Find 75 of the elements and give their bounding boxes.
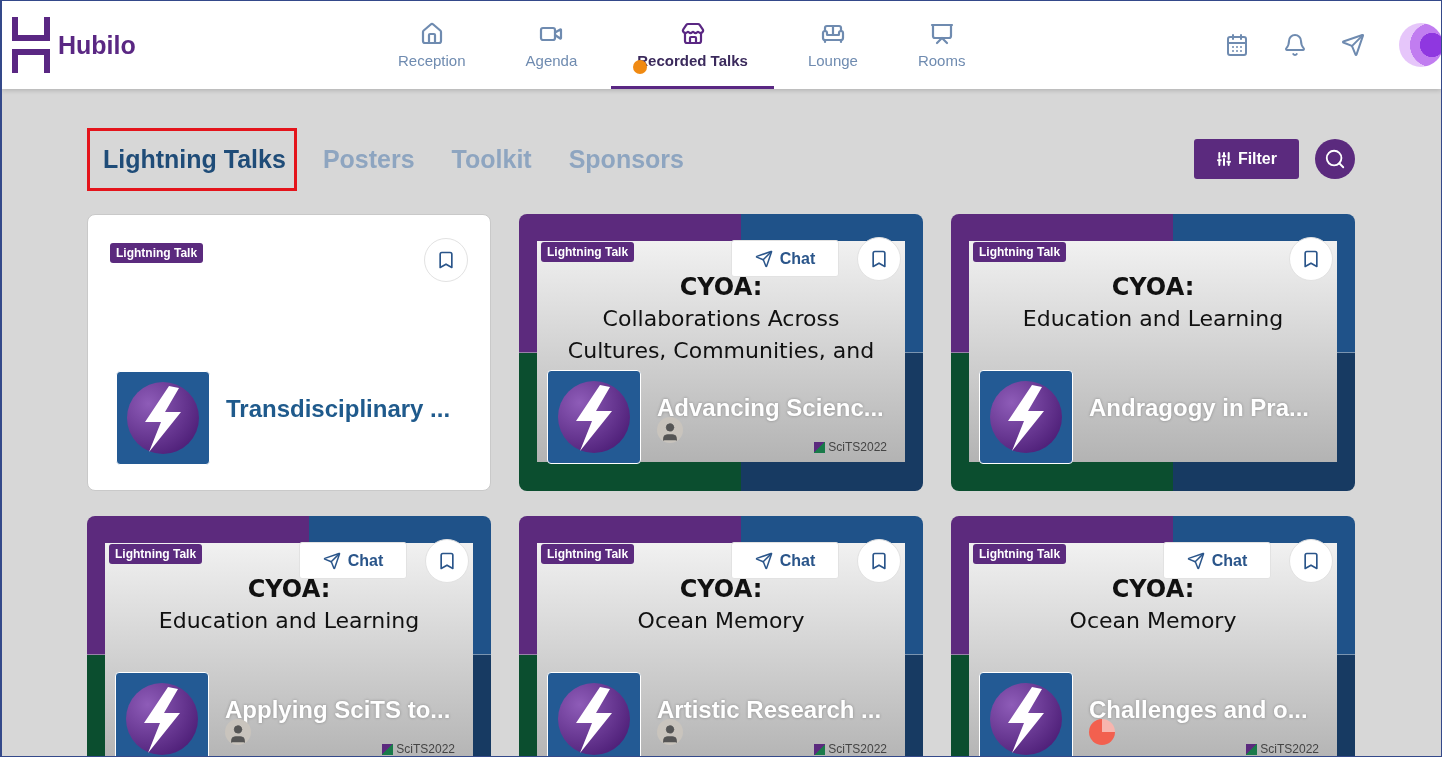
slide-text: Education and Learning xyxy=(1022,305,1284,333)
session-type-label: Lightning Talk xyxy=(973,544,1067,564)
lightning-bolt-icon xyxy=(556,681,632,756)
messages-button[interactable] xyxy=(1341,33,1365,57)
notifications-button[interactable] xyxy=(1283,33,1307,57)
watermark-logo-icon xyxy=(814,441,826,453)
lightning-bolt-icon xyxy=(988,379,1064,455)
session-title: Advancing Scienc... xyxy=(657,394,884,422)
search-icon xyxy=(1324,148,1346,170)
filter-button[interactable]: Filter xyxy=(1193,139,1299,179)
lightning-bolt-icon xyxy=(125,380,201,456)
watermark-logo-icon xyxy=(814,743,826,755)
slide-text: CYOA: xyxy=(1111,272,1195,303)
profile-avatar[interactable] xyxy=(1399,23,1441,67)
slide-text: Ocean Memory xyxy=(1069,607,1237,635)
paper-plane-icon xyxy=(322,551,341,570)
bookmark-icon xyxy=(1301,249,1321,269)
nav-tab[interactable]: Reception xyxy=(372,1,492,89)
bookmark-icon xyxy=(869,551,889,571)
storefront-icon xyxy=(680,21,705,46)
session-title: Transdisciplinary ... xyxy=(226,395,451,423)
slide-text: Ocean Memory xyxy=(637,607,805,635)
session-title: Challenges and o... xyxy=(1089,696,1308,724)
nav-tab[interactable]: Lounge xyxy=(781,1,884,89)
event-watermark: SciTS2022 xyxy=(814,440,887,454)
session-title: Artistic Research ... xyxy=(657,696,882,724)
event-watermark: SciTS2022 xyxy=(382,742,455,756)
notification-bell-icon xyxy=(1283,33,1307,57)
session-type-label: Lightning Talk xyxy=(973,242,1067,262)
session-card[interactable]: Lightning Talk Chat CYOA: Ocean Memory Challenges and o... SciTS2022 xyxy=(951,516,1355,756)
event-watermark: SciTS2022 xyxy=(814,742,887,756)
slide-text: Cultures, Communities, and xyxy=(567,337,875,365)
session-title: Applying SciTS to... xyxy=(225,696,451,724)
watermark-logo-icon xyxy=(382,743,394,755)
brand-name: Hubilo xyxy=(58,30,136,60)
lightning-bolt-icon xyxy=(556,379,632,455)
paper-plane-icon xyxy=(1341,33,1365,57)
session-type-label: Lightning Talk xyxy=(541,242,635,262)
search-button[interactable] xyxy=(1315,139,1355,179)
session-card[interactable]: Lightning Talk Chat CYOA: Education and Learning Applying SciTS to... SciTS2022 xyxy=(87,516,491,756)
slide-text: Education and Learning xyxy=(158,607,420,635)
session-title: Andragogy in Pra... xyxy=(1089,394,1310,422)
nav-tab[interactable]: Rooms xyxy=(891,1,992,89)
presentation-screen-icon xyxy=(929,21,954,46)
session-card[interactable]: Lightning Talk CYOA: Education and Learning Andragogy in Pra... xyxy=(951,214,1355,491)
home-icon xyxy=(419,21,444,46)
session-card[interactable]: Lightning Talk Transdisciplinary ... xyxy=(87,214,491,491)
bookmark-icon xyxy=(436,250,456,270)
sliders-icon xyxy=(1215,151,1232,167)
nav-tab[interactable]: Agenda xyxy=(499,1,604,89)
session-type-label: Lightning Talk xyxy=(109,544,203,564)
bookmark-icon xyxy=(437,551,457,571)
paper-plane-icon xyxy=(754,249,773,268)
event-watermark: SciTS2022 xyxy=(1246,742,1319,756)
watermark-logo-icon xyxy=(1246,743,1258,755)
slide-text: Collaborations Across xyxy=(602,305,840,333)
paper-plane-icon xyxy=(1186,551,1205,570)
session-type-label: Lightning Talk xyxy=(541,544,635,564)
chat-button[interactable]: Chat xyxy=(299,542,407,579)
session-card[interactable]: Lightning Talk Chat CYOA: Ocean Memory Artistic Research ... SciTS2022 xyxy=(519,516,923,756)
session-type-label: Lightning Talk xyxy=(110,243,204,263)
bookmark-icon xyxy=(869,249,889,269)
logo-icon xyxy=(12,17,50,73)
bookmark-icon xyxy=(1301,551,1321,571)
chat-button[interactable]: Chat xyxy=(731,542,839,579)
chat-button[interactable]: Chat xyxy=(731,240,839,277)
section-tab[interactable]: Lightning Talks xyxy=(87,127,297,191)
lightning-bolt-icon xyxy=(988,681,1064,756)
bookmark-button[interactable] xyxy=(424,238,468,282)
lightning-bolt-icon xyxy=(124,681,200,756)
calendar-icon xyxy=(1225,33,1249,57)
paper-plane-icon xyxy=(754,551,773,570)
calendar-button[interactable] xyxy=(1225,33,1249,57)
chat-button[interactable]: Chat xyxy=(1163,542,1271,579)
session-card[interactable]: Lightning Talk Chat CYOA: Collaborations Across Cultures, Communities, and Advancing Scienc... SciTS2022 xyxy=(519,214,923,491)
